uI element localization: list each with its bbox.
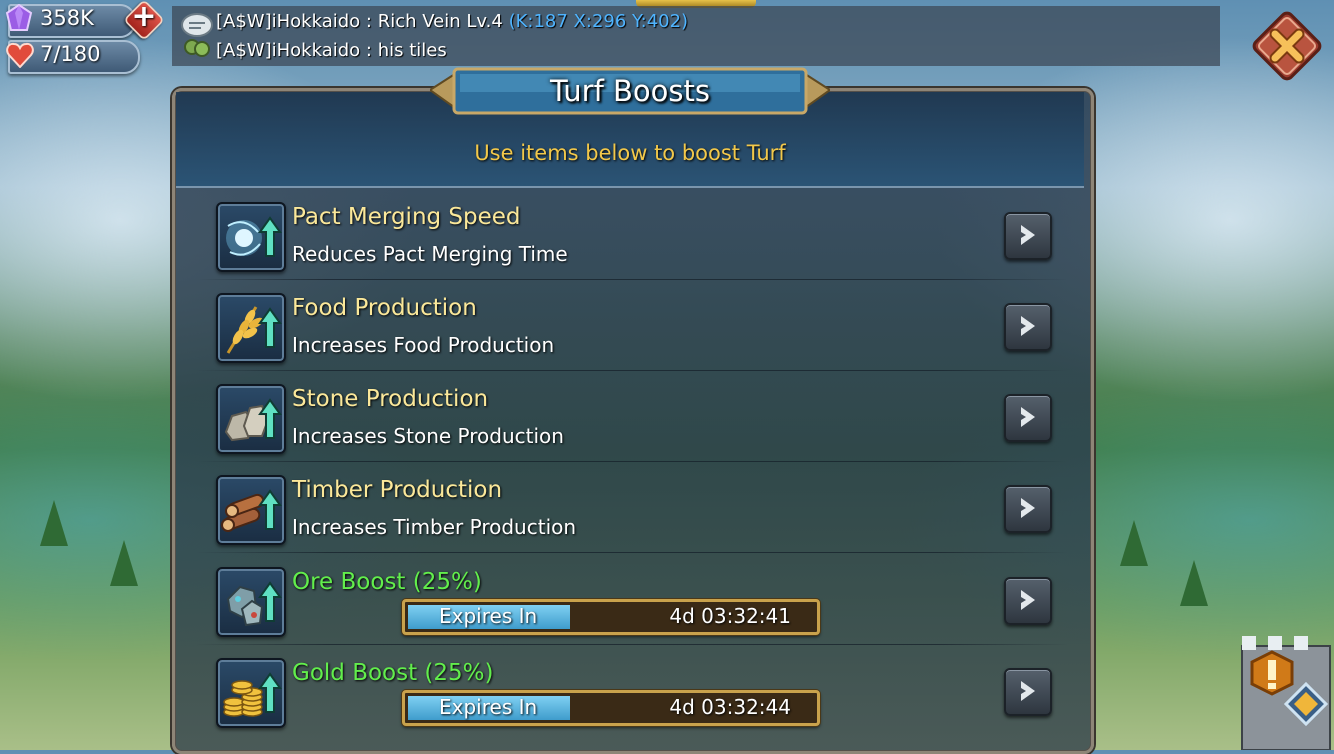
panel-title: Turf Boosts xyxy=(549,74,710,108)
chevron-right-icon xyxy=(1021,590,1035,610)
chat-text: his tiles xyxy=(377,40,447,61)
row-divider xyxy=(196,644,1068,645)
boost-title: Timber Production xyxy=(292,477,503,503)
stone-icon xyxy=(216,384,286,454)
timber-icon xyxy=(216,475,286,545)
boost-title: Stone Production xyxy=(292,386,489,412)
panel-subtitle: Use items below to boost Turf xyxy=(474,141,786,165)
boost-row-gold[interactable]: Gold Boost (25%) Expires In 4d 03:32:44 xyxy=(196,646,1068,736)
stamina-count: 7/180 xyxy=(40,42,101,66)
row-divider xyxy=(196,552,1068,553)
row-divider xyxy=(196,370,1068,371)
chevron-right-icon xyxy=(1021,407,1035,427)
row-divider xyxy=(196,461,1068,462)
close-button[interactable] xyxy=(1249,8,1325,84)
boost-arrow-button[interactable] xyxy=(1004,212,1052,260)
background-tree xyxy=(1120,520,1148,566)
boost-arrow-button[interactable] xyxy=(1004,394,1052,442)
plus-icon: + xyxy=(131,0,157,34)
background-tree xyxy=(110,540,138,586)
chevron-right-icon xyxy=(1021,225,1035,245)
chat-message[interactable]: [A$W]iHokkaido : his tiles xyxy=(216,40,447,61)
chat-text: Rich Vein Lv.4 xyxy=(377,11,503,32)
chevron-right-icon xyxy=(1021,498,1035,518)
boost-title: Gold Boost (25%) xyxy=(292,660,494,686)
chat-message[interactable]: [A$W]iHokkaido : Rich Vein Lv.4 (K:187 X… xyxy=(216,11,688,32)
chat-separator: : xyxy=(365,11,372,32)
boost-row-food[interactable]: Food Production Increases Food Productio… xyxy=(196,281,1068,371)
boost-arrow-button[interactable] xyxy=(1004,668,1052,716)
chat-separator: : xyxy=(365,40,372,61)
timer-label: Expires In xyxy=(439,695,538,719)
boost-title: Ore Boost (25%) xyxy=(292,569,482,595)
background-tree xyxy=(1180,560,1208,606)
ore-icon xyxy=(216,567,286,637)
timer-value: 4d 03:32:41 xyxy=(669,604,791,628)
chat-bubble-icon xyxy=(181,13,213,57)
boost-row-timber[interactable]: Timber Production Increases Timber Produ… xyxy=(196,463,1068,553)
boost-title: Food Production xyxy=(292,295,477,321)
timer-label: Expires In xyxy=(439,604,538,628)
chat-speaker: [A$W]iHokkaido xyxy=(216,11,361,32)
background-tree xyxy=(40,500,68,546)
alert-icon xyxy=(1250,650,1294,696)
boost-row-pact-merging[interactable]: Pact Merging Speed Reduces Pact Merging … xyxy=(196,190,1068,280)
boost-arrow-button[interactable] xyxy=(1004,303,1052,351)
boost-arrow-button[interactable] xyxy=(1004,577,1052,625)
gem-icon xyxy=(5,4,33,31)
expiry-timer: Expires In 4d 03:32:41 xyxy=(402,599,820,635)
boost-row-ore[interactable]: Ore Boost (25%) Expires In 4d 03:32:41 xyxy=(196,555,1068,645)
heart-icon xyxy=(6,42,34,68)
chevron-right-icon xyxy=(1021,681,1035,701)
chevron-right-icon xyxy=(1021,316,1035,336)
boost-description: Increases Food Production xyxy=(292,333,555,357)
boost-title: Pact Merging Speed xyxy=(292,204,521,230)
timer-value: 4d 03:32:44 xyxy=(669,695,791,719)
gold-icon xyxy=(216,658,286,728)
boost-description: Increases Timber Production xyxy=(292,515,577,539)
boost-arrow-button[interactable] xyxy=(1004,485,1052,533)
boost-description: Increases Stone Production xyxy=(292,424,564,448)
wheat-icon xyxy=(216,293,286,363)
chat-coordinates-link[interactable]: (K:187 X:296 Y:402) xyxy=(509,11,689,32)
row-divider xyxy=(196,279,1068,280)
gem-count: 358K xyxy=(40,6,94,30)
castle-shortcut-button[interactable] xyxy=(1228,626,1334,750)
chat-speaker: [A$W]iHokkaido xyxy=(216,40,361,61)
boost-row-stone[interactable]: Stone Production Increases Stone Product… xyxy=(196,372,1068,462)
boost-description: Reduces Pact Merging Time xyxy=(292,242,568,266)
pact-merging-icon xyxy=(216,202,286,272)
expiry-timer: Expires In 4d 03:32:44 xyxy=(402,690,820,726)
